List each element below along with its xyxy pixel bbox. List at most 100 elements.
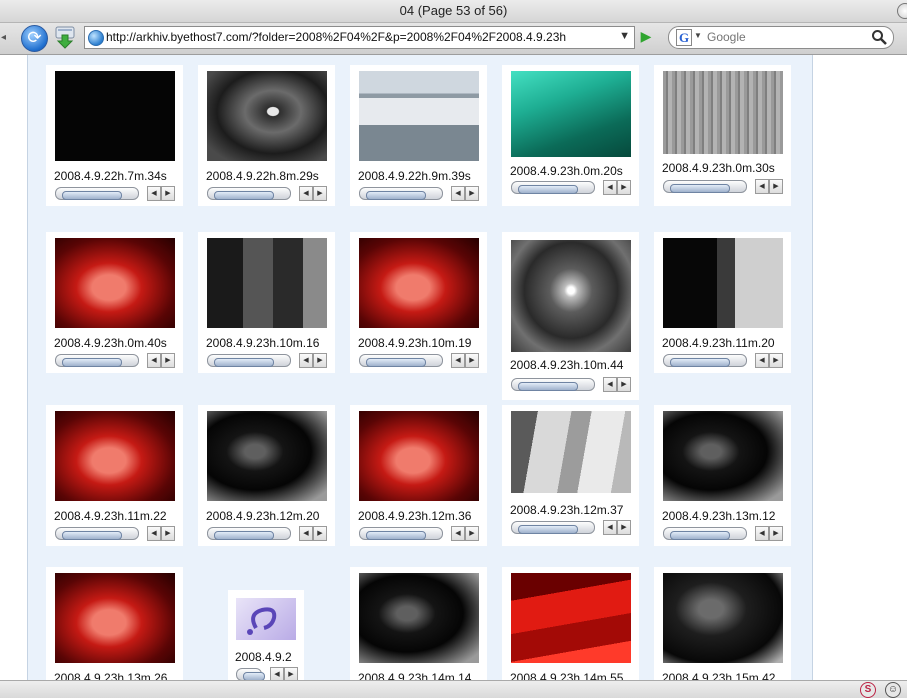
gallery-item[interactable]: 2008.4.9.23h.14m.55◀▶ [502,567,639,680]
rewind-button[interactable]: ◀ [451,526,465,541]
rewind-button[interactable]: ◀ [299,526,313,541]
play-button[interactable]: ▶ [617,377,631,392]
gallery-item[interactable]: 2008.4.9.2 ◀ ▶ [228,590,304,680]
progress-slider[interactable] [663,354,747,367]
rewind-button[interactable]: ◀ [755,353,769,368]
gallery-item[interactable]: 2008.4.9.23h.0m.20s ◀ ▶ [502,65,639,206]
progress-slider[interactable] [55,187,139,200]
download-button[interactable] [54,26,76,49]
rewind-button[interactable]: ◀ [147,186,161,201]
back-dropdown-icon[interactable]: ◂ [1,32,6,43]
slider-knob[interactable] [366,358,426,367]
progress-slider[interactable] [207,354,291,367]
play-button[interactable]: ▶ [465,353,479,368]
media-player-controls[interactable]: ◀ ▶ [359,526,479,541]
slider-knob[interactable] [62,191,122,200]
play-button[interactable]: ▶ [161,526,175,541]
gallery-item[interactable]: 2008.4.9.23h.12m.36 ◀ ▶ [350,405,487,546]
play-button[interactable]: ▶ [313,186,327,201]
slider-knob[interactable] [366,531,426,540]
rewind-button[interactable]: ◀ [755,179,769,194]
address-bar[interactable]: http://arkhiv.byethost7.com/?folder=2008… [84,26,635,49]
rewind-button[interactable]: ◀ [270,667,284,680]
gallery-item[interactable]: 2008.4.9.23h.10m.44 ◀ ▶ [502,232,639,400]
slider-knob[interactable] [62,531,122,540]
face-icon[interactable]: ☺ [885,682,901,698]
gallery-item[interactable]: 2008.4.9.23h.10m.19 ◀ ▶ [350,232,487,373]
play-button[interactable]: ▶ [313,353,327,368]
play-button[interactable]: ▶ [284,667,298,680]
rewind-button[interactable]: ◀ [299,353,313,368]
google-icon[interactable]: G [676,29,692,46]
rewind-button[interactable]: ◀ [603,520,617,535]
video-thumbnail[interactable] [55,573,175,663]
slider-knob[interactable] [214,358,274,367]
media-player-controls[interactable]: ◀ ▶ [359,186,479,201]
video-thumbnail[interactable] [359,411,479,501]
video-thumbnail[interactable] [511,411,631,493]
slider-knob[interactable] [366,191,426,200]
play-button[interactable]: ▶ [617,520,631,535]
media-player-controls[interactable]: ◀ ▶ [511,377,631,392]
gallery-item[interactable]: 2008.4.9.23h.11m.22 ◀ ▶ [46,405,183,546]
media-player-controls[interactable]: ◀ ▶ [207,526,327,541]
play-button[interactable]: ▶ [617,180,631,195]
video-thumbnail[interactable] [55,238,175,328]
gallery-item[interactable]: 2008.4.9.23h.0m.30s ◀ ▶ [654,65,791,206]
video-thumbnail[interactable] [663,573,783,663]
gallery-item[interactable]: 2008.4.9.22h.9m.39s ◀ ▶ [350,65,487,206]
gallery-item[interactable]: 2008.4.9.23h.14m.14◀▶ [350,567,487,680]
progress-slider[interactable] [663,527,747,540]
media-player-controls[interactable]: ◀ ▶ [663,526,783,541]
search-box[interactable]: G ▼ [668,26,894,49]
progress-slider[interactable] [511,521,595,534]
media-player-controls[interactable]: ◀ ▶ [207,353,327,368]
video-thumbnail[interactable] [236,598,296,640]
rewind-button[interactable]: ◀ [147,526,161,541]
video-thumbnail[interactable] [359,573,479,663]
progress-slider[interactable] [663,180,747,193]
media-player-controls[interactable]: ◀ ▶ [511,520,631,535]
media-player-controls[interactable]: ◀ ▶ [55,186,175,201]
slider-knob[interactable] [670,184,730,193]
slider-knob[interactable] [214,191,274,200]
progress-slider[interactable] [359,187,443,200]
play-button[interactable]: ▶ [161,353,175,368]
reload-button[interactable]: ⟳ [21,25,48,52]
progress-slider[interactable] [359,527,443,540]
rewind-button[interactable]: ◀ [603,180,617,195]
progress-slider[interactable] [511,181,595,194]
rewind-button[interactable]: ◀ [299,186,313,201]
slider-knob[interactable] [518,525,578,534]
media-player-controls[interactable]: ◀ ▶ [663,353,783,368]
s-icon[interactable]: S [860,682,876,698]
slider-knob[interactable] [62,358,122,367]
progress-slider[interactable] [511,378,595,391]
video-thumbnail[interactable] [359,71,479,161]
magnifier-icon[interactable] [871,29,887,45]
video-thumbnail[interactable] [663,71,783,154]
slider-knob[interactable] [214,531,274,540]
video-thumbnail[interactable] [207,411,327,501]
slider-knob[interactable] [243,672,265,680]
rewind-button[interactable]: ◀ [603,377,617,392]
progress-slider[interactable] [207,187,291,200]
go-button[interactable]: ▶ [637,27,655,45]
slider-knob[interactable] [518,185,578,194]
video-thumbnail[interactable] [511,240,631,352]
media-player-controls[interactable]: ◀ ▶ [359,353,479,368]
media-player-controls[interactable]: ◀ ▶ [207,186,327,201]
search-input[interactable] [707,29,857,44]
rewind-button[interactable]: ◀ [755,526,769,541]
video-thumbnail[interactable] [511,71,631,157]
play-button[interactable]: ▶ [769,179,783,194]
video-thumbnail[interactable] [55,71,175,161]
rewind-button[interactable]: ◀ [451,186,465,201]
gallery-item[interactable]: 2008.4.9.23h.12m.37 ◀ ▶ [502,405,639,546]
gallery-item[interactable]: 2008.4.9.23h.11m.20 ◀ ▶ [654,232,791,373]
video-thumbnail[interactable] [207,71,327,161]
gallery-item[interactable]: 2008.4.9.23h.13m.12 ◀ ▶ [654,405,791,546]
gallery-item[interactable]: 2008.4.9.23h.0m.40s ◀ ▶ [46,232,183,373]
gallery-item[interactable]: 2008.4.9.22h.8m.29s ◀ ▶ [198,65,335,206]
slider-knob[interactable] [518,382,578,391]
